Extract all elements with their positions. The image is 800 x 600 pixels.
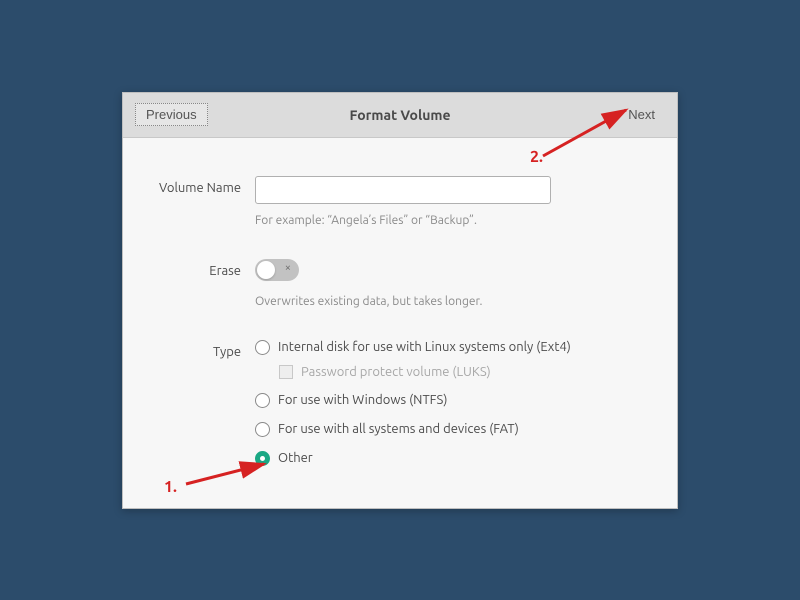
radio-label: Internal disk for use with Linux systems… (278, 340, 571, 354)
erase-label: Erase (159, 259, 255, 278)
radio-icon (255, 451, 270, 466)
volume-name-row: Volume Name For example: “Angela’s Files… (159, 176, 625, 227)
erase-toggle[interactable]: × (255, 259, 299, 281)
type-checkbox-luks: Password protect volume (LUKS) (279, 365, 625, 379)
toggle-knob (257, 261, 275, 279)
type-radio-ntfs[interactable]: For use with Windows (NTFS) (255, 393, 625, 408)
radio-icon (255, 340, 270, 355)
volume-name-label: Volume Name (159, 176, 255, 195)
volume-name-hint: For example: “Angela’s Files” or “Backup… (255, 214, 625, 227)
checkbox-label: Password protect volume (LUKS) (301, 365, 491, 379)
volume-name-input[interactable] (255, 176, 551, 204)
radio-label: For use with Windows (NTFS) (278, 393, 447, 407)
type-radio-fat[interactable]: For use with all systems and devices (FA… (255, 422, 625, 437)
checkbox-icon (279, 365, 293, 379)
toggle-off-icon: × (285, 262, 291, 274)
radio-icon (255, 393, 270, 408)
radio-label: Other (278, 451, 313, 465)
radio-icon (255, 422, 270, 437)
erase-hint: Overwrites existing data, but takes long… (255, 295, 625, 308)
format-volume-dialog: Previous Format Volume Next Volume Name … (122, 92, 678, 509)
erase-row: Erase × Overwrites existing data, but ta… (159, 259, 625, 308)
type-row: Type Internal disk for use with Linux sy… (159, 340, 625, 466)
type-label: Type (159, 340, 255, 359)
next-button[interactable]: Next (618, 104, 665, 125)
type-radio-ext4[interactable]: Internal disk for use with Linux systems… (255, 340, 625, 355)
type-radio-other[interactable]: Other (255, 451, 625, 466)
dialog-content: Volume Name For example: “Angela’s Files… (123, 138, 677, 508)
radio-label: For use with all systems and devices (FA… (278, 422, 519, 436)
previous-button[interactable]: Previous (135, 103, 208, 126)
dialog-header: Previous Format Volume Next (123, 93, 677, 138)
